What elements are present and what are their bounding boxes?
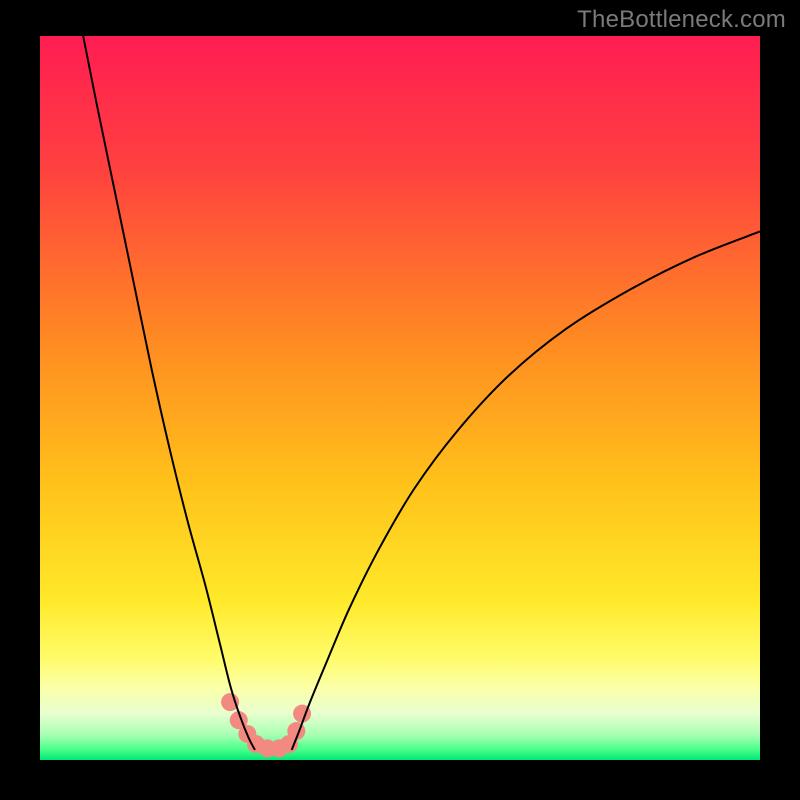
- chart-svg: [40, 36, 760, 760]
- watermark-text: TheBottleneck.com: [577, 6, 786, 34]
- gradient-background: [40, 36, 760, 760]
- plot-area: [40, 36, 760, 760]
- chart-frame: TheBottleneck.com: [0, 0, 800, 800]
